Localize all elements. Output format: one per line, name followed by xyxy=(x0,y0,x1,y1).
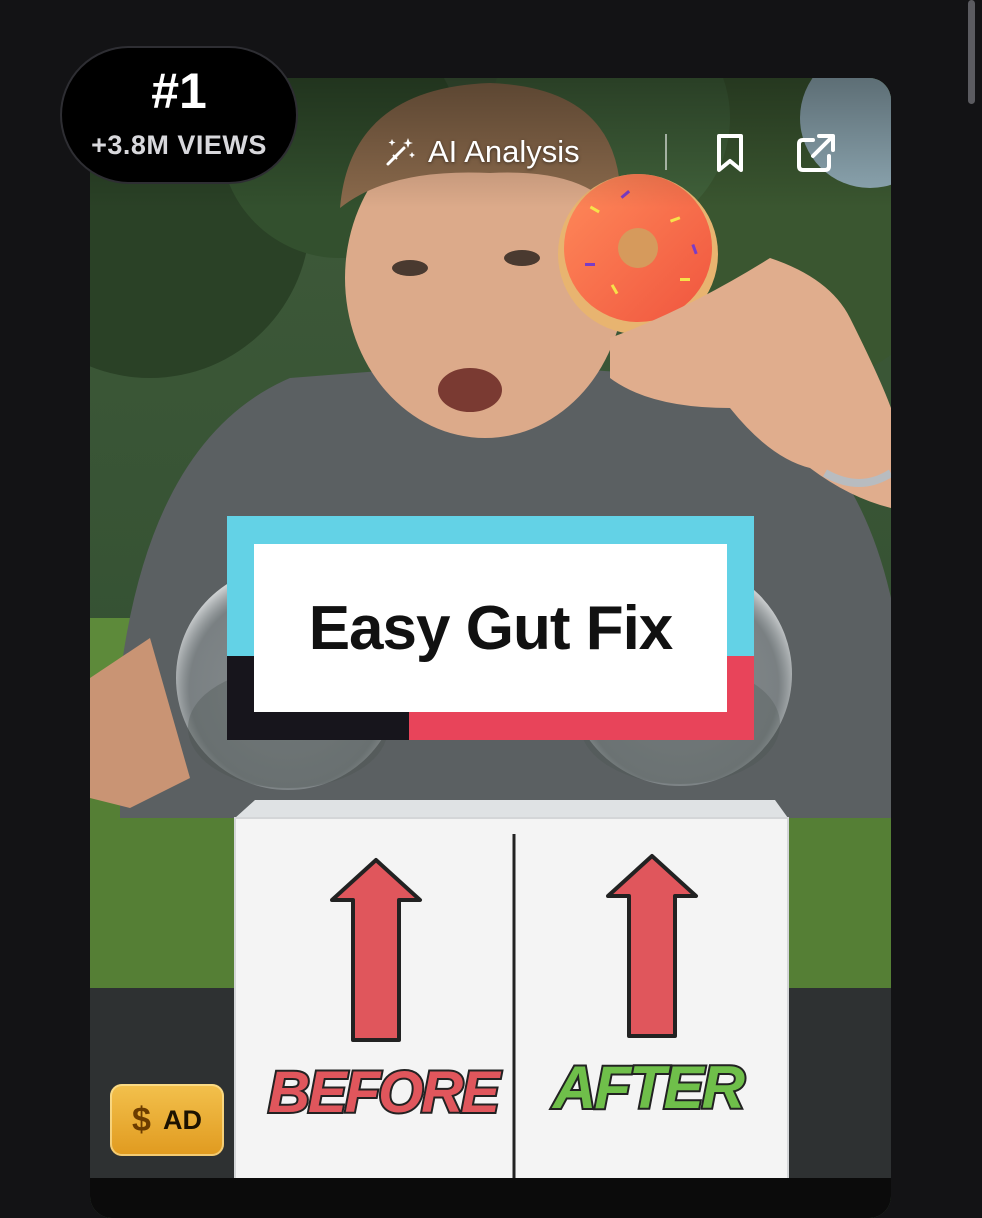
card-footer xyxy=(90,1178,891,1218)
ad-badge[interactable]: $ AD xyxy=(110,1084,224,1156)
before-label: BEFORE xyxy=(268,1060,502,1125)
after-label: AFTER xyxy=(551,1054,745,1121)
rank-badge: #1 +3.8M VIEWS xyxy=(60,46,298,184)
before-after-labels: BEFORE AFTER xyxy=(266,1052,749,1127)
scrollbar[interactable] xyxy=(968,0,975,104)
rank-number: #1 xyxy=(151,63,207,119)
rank-views: +3.8M VIEWS xyxy=(91,130,267,160)
video-card[interactable]: AI Analysis Easy Gut Fix BEFORE AFTER $ … xyxy=(90,78,891,1218)
dollar-icon: $ xyxy=(132,1100,151,1139)
ad-label: AD xyxy=(162,1104,202,1135)
